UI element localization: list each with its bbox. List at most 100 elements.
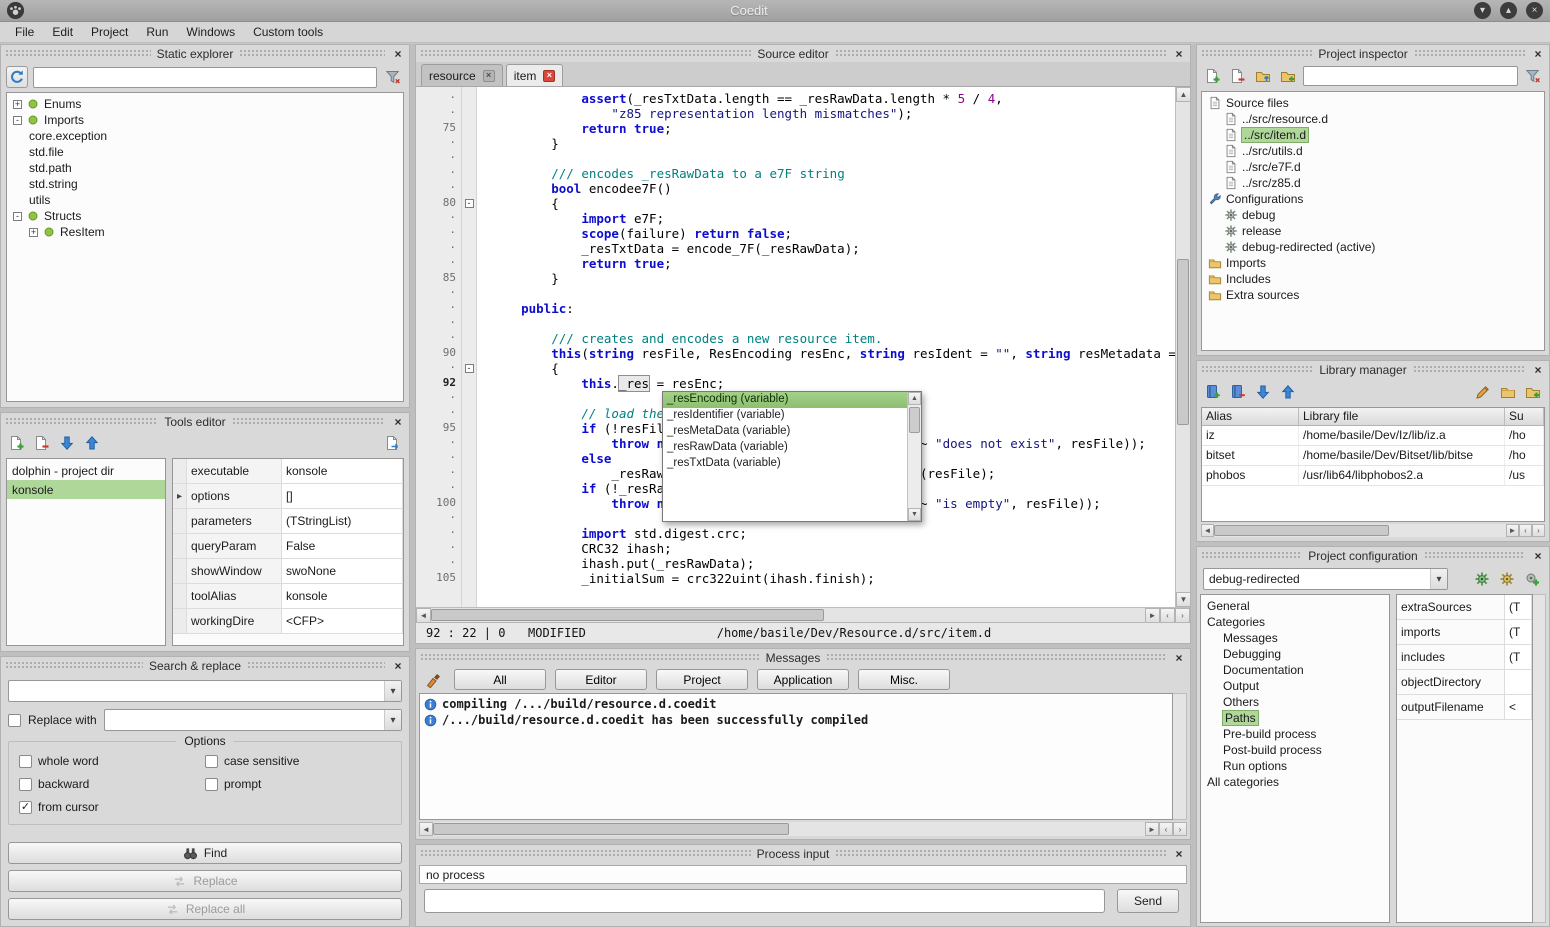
checkbox-backward[interactable]: backward bbox=[19, 777, 205, 791]
fold-collapse-icon[interactable]: - bbox=[465, 364, 474, 373]
message-row[interactable]: compiling /.../build/resource.d.coedit bbox=[420, 696, 1172, 712]
configuration-vertical-scrollbar[interactable] bbox=[1533, 594, 1546, 923]
tree-item-imports[interactable]: -Imports bbox=[7, 112, 403, 128]
editor-vertical-scrollbar[interactable]: ▲ ▼ bbox=[1175, 87, 1190, 607]
completion-item-resmetadata-variable[interactable]: _resMetaData (variable) bbox=[663, 424, 907, 440]
scrollbar-thumb[interactable] bbox=[1177, 259, 1189, 426]
menu-file[interactable]: File bbox=[6, 23, 43, 41]
replace-with-checkbox[interactable] bbox=[8, 714, 21, 727]
tree-item-paths[interactable]: Paths bbox=[1201, 710, 1389, 726]
tree-item-all-categories[interactable]: All categories bbox=[1201, 774, 1389, 790]
replace-button[interactable]: Replace bbox=[8, 870, 402, 892]
library-row-iz[interactable]: iz/home/basile/Dev/Iz/lib/iz.a/ho bbox=[1202, 426, 1544, 446]
find-button[interactable]: Find bbox=[8, 842, 402, 864]
panel-drag-handle[interactable] bbox=[1414, 49, 1525, 58]
code-line[interactable]: ihash.put(_resRawData); bbox=[491, 556, 1175, 571]
prop-value-showwindow[interactable]: swoNone bbox=[282, 559, 403, 584]
expander-icon[interactable]: - bbox=[13, 116, 22, 125]
filter-all[interactable]: All bbox=[454, 669, 546, 690]
folder-up-icon[interactable] bbox=[1252, 65, 1274, 87]
tree-item-includes[interactable]: Includes bbox=[1202, 271, 1544, 287]
panel-drag-handle[interactable] bbox=[826, 653, 1166, 662]
menu-run[interactable]: Run bbox=[137, 23, 177, 41]
panel-drag-handle[interactable] bbox=[1201, 365, 1313, 374]
code-line[interactable]: "z85 representation length mismatches"); bbox=[491, 106, 1175, 121]
code-line[interactable]: return true; bbox=[491, 121, 1175, 136]
menu-project[interactable]: Project bbox=[82, 23, 137, 41]
tree-item-others[interactable]: Others bbox=[1201, 694, 1389, 710]
close-icon[interactable]: × bbox=[391, 47, 405, 61]
messages-horizontal-scrollbar[interactable]: ◄ ► ‹ › bbox=[419, 822, 1187, 836]
panel-drag-handle[interactable] bbox=[247, 661, 385, 670]
chevron-down-icon[interactable]: ▾ bbox=[384, 681, 401, 701]
scroll-down-icon[interactable]: ▼ bbox=[908, 508, 921, 521]
menu-windows[interactable]: Windows bbox=[177, 23, 244, 41]
tree-item-documentation[interactable]: Documentation bbox=[1201, 662, 1389, 678]
completion-item-restxtdata-variable[interactable]: _resTxtData (variable) bbox=[663, 456, 907, 472]
library-row-phobos[interactable]: phobos/usr/lib64/libphobos2.a/us bbox=[1202, 466, 1544, 486]
panel-drag-handle[interactable] bbox=[1201, 551, 1302, 560]
app-icon[interactable] bbox=[7, 2, 24, 19]
scroll-left-icon[interactable]: ◄ bbox=[416, 608, 431, 623]
replace-with-combobox[interactable]: ▾ bbox=[104, 709, 402, 731]
replace-all-button[interactable]: Replace all bbox=[8, 898, 402, 920]
tab-item[interactable]: item× bbox=[506, 64, 564, 86]
panel-drag-handle[interactable] bbox=[5, 417, 158, 426]
code-line[interactable]: } bbox=[491, 136, 1175, 151]
tree-item-std-file[interactable]: std.file bbox=[7, 144, 403, 160]
completion-item-resrawdata-variable[interactable]: _resRawData (variable) bbox=[663, 440, 907, 456]
checkbox-prompt[interactable]: prompt bbox=[205, 777, 391, 791]
tree-item-std-path[interactable]: std.path bbox=[7, 160, 403, 176]
panel-drag-handle[interactable] bbox=[420, 653, 760, 662]
tree-item-configurations[interactable]: Configurations bbox=[1202, 191, 1544, 207]
book-add-icon[interactable] bbox=[1202, 381, 1224, 403]
code-line[interactable]: return true; bbox=[491, 256, 1175, 271]
config-value-imports[interactable]: (T bbox=[1505, 620, 1532, 645]
send-button[interactable]: Send bbox=[1117, 889, 1179, 913]
close-icon[interactable]: × bbox=[1172, 47, 1186, 61]
tree-item-src-utils-d[interactable]: ../src/utils.d bbox=[1202, 143, 1544, 159]
arrow-down-icon[interactable] bbox=[1252, 381, 1274, 403]
code-line[interactable]: _resTxtData = encode_7F(_resRawData); bbox=[491, 241, 1175, 256]
scrollbar-thumb[interactable] bbox=[433, 823, 789, 835]
tree-item-extra-sources[interactable]: Extra sources bbox=[1202, 287, 1544, 303]
doc-remove-icon[interactable] bbox=[1227, 65, 1249, 87]
panel-drag-handle[interactable] bbox=[1424, 551, 1525, 560]
scroll-up-icon[interactable]: ▲ bbox=[908, 392, 921, 405]
tree-item-utils[interactable]: utils bbox=[7, 192, 403, 208]
tree-item-source-files[interactable]: Source files bbox=[1202, 95, 1544, 111]
fold-collapse-icon[interactable]: - bbox=[465, 199, 474, 208]
column-header-alias[interactable]: Alias bbox=[1202, 408, 1299, 425]
close-icon[interactable]: × bbox=[1531, 47, 1545, 61]
folder-icon[interactable] bbox=[1497, 381, 1519, 403]
prop-value-executable[interactable]: konsole bbox=[282, 459, 403, 484]
filter-application[interactable]: Application bbox=[757, 669, 849, 690]
doc-add-icon[interactable] bbox=[1202, 65, 1224, 87]
config-value-extrasources[interactable]: (T bbox=[1505, 595, 1532, 620]
tree-item-resitem[interactable]: +ResItem bbox=[7, 224, 403, 240]
panel-drag-handle[interactable] bbox=[420, 49, 751, 58]
close-icon[interactable]: × bbox=[1172, 847, 1186, 861]
tree-item-output[interactable]: Output bbox=[1201, 678, 1389, 694]
prop-value-workingdire[interactable]: <CFP> bbox=[282, 609, 403, 634]
panel-drag-handle[interactable] bbox=[232, 417, 385, 426]
library-horizontal-scrollbar[interactable]: ◄ ► ‹ › bbox=[1201, 524, 1545, 537]
scrollbar-thumb[interactable] bbox=[909, 407, 920, 433]
menu-custom-tools[interactable]: Custom tools bbox=[244, 23, 332, 41]
panel-drag-handle[interactable] bbox=[835, 49, 1166, 58]
code-line[interactable]: { bbox=[491, 361, 1175, 376]
tree-item-run-options[interactable]: Run options bbox=[1201, 758, 1389, 774]
expander-icon[interactable]: + bbox=[13, 100, 22, 109]
code-line[interactable]: this(string resFile, ResEncoding resEnc,… bbox=[491, 346, 1175, 361]
scrollbar-track[interactable] bbox=[1176, 102, 1190, 592]
scroll-left-icon[interactable]: ◄ bbox=[419, 822, 433, 836]
code-line[interactable]: } bbox=[491, 271, 1175, 286]
scrollbar-thumb[interactable] bbox=[1214, 525, 1389, 536]
arrow-up-icon[interactable] bbox=[81, 432, 103, 454]
search-term-combobox[interactable]: ▾ bbox=[8, 680, 402, 702]
column-header-su[interactable]: Su bbox=[1505, 408, 1544, 425]
clear-messages-icon[interactable] bbox=[423, 669, 445, 691]
scroll-page-right-icon[interactable]: › bbox=[1173, 822, 1187, 836]
scroll-right-icon[interactable]: ► bbox=[1145, 822, 1159, 836]
pencil-icon[interactable] bbox=[1472, 381, 1494, 403]
